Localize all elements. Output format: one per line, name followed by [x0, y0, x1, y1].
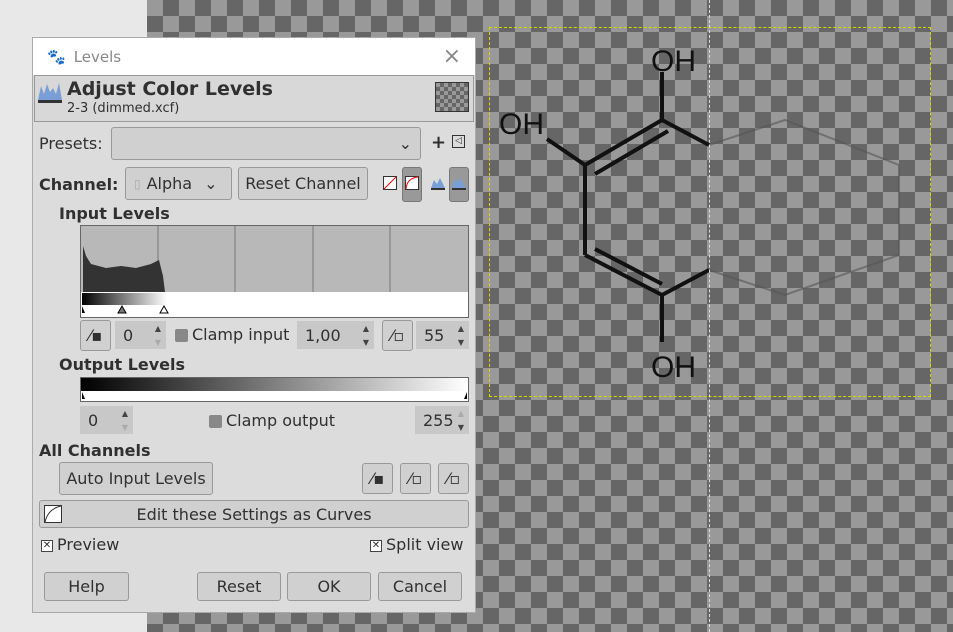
- levels-icon: [38, 83, 62, 103]
- presets-menu-button[interactable]: ◁: [452, 135, 465, 148]
- linear-histogram-icon[interactable]: [383, 176, 397, 190]
- split-view-label: Split view: [386, 535, 464, 554]
- all-channels-label: All Channels: [39, 441, 151, 460]
- checkbox-icon: [175, 329, 188, 342]
- gimp-icon: 🐾: [47, 47, 66, 66]
- checkbox-icon: [209, 415, 222, 428]
- black-point-handle[interactable]: [82, 306, 85, 313]
- molecule-image: OH OH OH: [499, 45, 900, 384]
- clamp-output-label: Clamp output: [226, 411, 336, 430]
- cancel-button[interactable]: Cancel: [378, 572, 462, 601]
- output-low-handle[interactable]: [82, 392, 85, 399]
- input-levels-label: Input Levels: [59, 204, 170, 223]
- gamma-handle[interactable]: [117, 304, 127, 314]
- input-levels-widget[interactable]: [80, 225, 469, 318]
- presets-label: Presets:: [39, 134, 103, 153]
- white-point-handle[interactable]: [159, 304, 169, 314]
- channel-dropdown[interactable]: ▯ Alpha ⌄: [125, 167, 232, 200]
- checkbox-checked-icon: ✕: [370, 539, 382, 552]
- header-title: Adjust Color Levels: [67, 78, 273, 100]
- split-view-checkbox[interactable]: ✕ Split view: [370, 535, 463, 554]
- log-histogram-icon: [405, 176, 419, 190]
- output-high-handle[interactable]: [464, 392, 467, 399]
- levels-dialog: 🐾 Levels × Adjust Color Levels 2-3 (dimm…: [32, 37, 476, 613]
- output-levels-label: Output Levels: [59, 355, 186, 374]
- eyedropper-black-icon: ⁄▪: [370, 469, 385, 488]
- split-guide[interactable]: [709, 0, 710, 632]
- input-low-spinner[interactable]: 0 ▲ ▼: [115, 321, 166, 349]
- pick-white-button[interactable]: ⁄▫: [438, 463, 469, 494]
- gamma-value: 1,00: [305, 325, 341, 345]
- chevron-down-icon: ⌄: [398, 134, 412, 153]
- log-histogram-button[interactable]: [402, 167, 422, 202]
- edit-as-curves-label: Edit these Settings as Curves: [136, 504, 372, 524]
- pick-black-button[interactable]: ⁄▪: [362, 463, 393, 494]
- eyedropper-black-icon: ⁄▪: [88, 326, 103, 345]
- clamp-output-checkbox[interactable]: Clamp output: [209, 411, 335, 430]
- eyedropper-gray-icon: ⁄▫: [408, 469, 423, 488]
- eyedropper-white-icon: ⁄▫: [390, 326, 405, 345]
- clamp-input-label: Clamp input: [192, 325, 290, 344]
- input-low-value: 0: [123, 325, 134, 345]
- edit-as-curves-button[interactable]: Edit these Settings as Curves: [39, 500, 469, 528]
- layer-thumbnail: [435, 82, 469, 112]
- add-preset-button[interactable]: +: [431, 132, 446, 153]
- reset-channel-button[interactable]: Reset Channel: [238, 167, 368, 200]
- histogram: [81, 226, 468, 314]
- output-high-spinner[interactable]: 255 ▲ ▼: [415, 406, 469, 434]
- input-high-spinner[interactable]: 55 ▲ ▼: [416, 321, 469, 349]
- output-low-value: 0: [88, 410, 99, 430]
- clamp-input-checkbox[interactable]: Clamp input: [175, 325, 289, 344]
- chevron-down-icon: ⌄: [204, 174, 218, 193]
- title-bar[interactable]: 🐾 Levels ×: [33, 38, 475, 75]
- checkbox-checked-icon: ✕: [41, 539, 53, 552]
- output-levels-widget[interactable]: [80, 377, 469, 402]
- output-high-value: 255: [423, 410, 454, 430]
- oh-label-top: OH: [651, 45, 696, 78]
- channel-value: Alpha: [146, 174, 193, 193]
- gamma-spinner[interactable]: 1,00 ▲ ▼: [297, 321, 374, 349]
- pick-white-point-button[interactable]: ⁄▫: [382, 320, 413, 351]
- pick-gray-button[interactable]: ⁄▫: [400, 463, 431, 494]
- ok-button[interactable]: OK: [287, 572, 371, 601]
- eyedropper-white-icon: ⁄▫: [446, 469, 461, 488]
- preview-checkbox[interactable]: ✕ Preview: [41, 535, 119, 554]
- reset-button[interactable]: Reset: [197, 572, 281, 601]
- curves-icon: [44, 505, 62, 523]
- presets-dropdown[interactable]: ⌄: [111, 127, 421, 160]
- auto-input-levels-button[interactable]: Auto Input Levels: [59, 462, 213, 495]
- channel-label: Channel:: [39, 175, 119, 194]
- dialog-header: Adjust Color Levels 2-3 (dimmed.xcf): [34, 75, 474, 122]
- input-high-value: 55: [424, 325, 445, 345]
- histogram-filled-button[interactable]: [449, 167, 469, 202]
- histogram-icon[interactable]: [431, 176, 445, 190]
- close-button[interactable]: ×: [443, 44, 461, 69]
- header-subtitle: 2-3 (dimmed.xcf): [67, 101, 180, 116]
- preview-label: Preview: [57, 535, 120, 554]
- oh-label-bottom: OH: [651, 351, 696, 384]
- window-title: Levels: [73, 47, 122, 66]
- oh-label-left: OH: [499, 108, 544, 141]
- alpha-icon: ▯: [134, 176, 141, 191]
- output-low-spinner[interactable]: 0 ▲ ▼: [80, 406, 133, 434]
- histogram-filled-icon: [452, 178, 466, 190]
- pick-black-point-button[interactable]: ⁄▪: [80, 320, 111, 351]
- help-button[interactable]: Help: [44, 572, 129, 601]
